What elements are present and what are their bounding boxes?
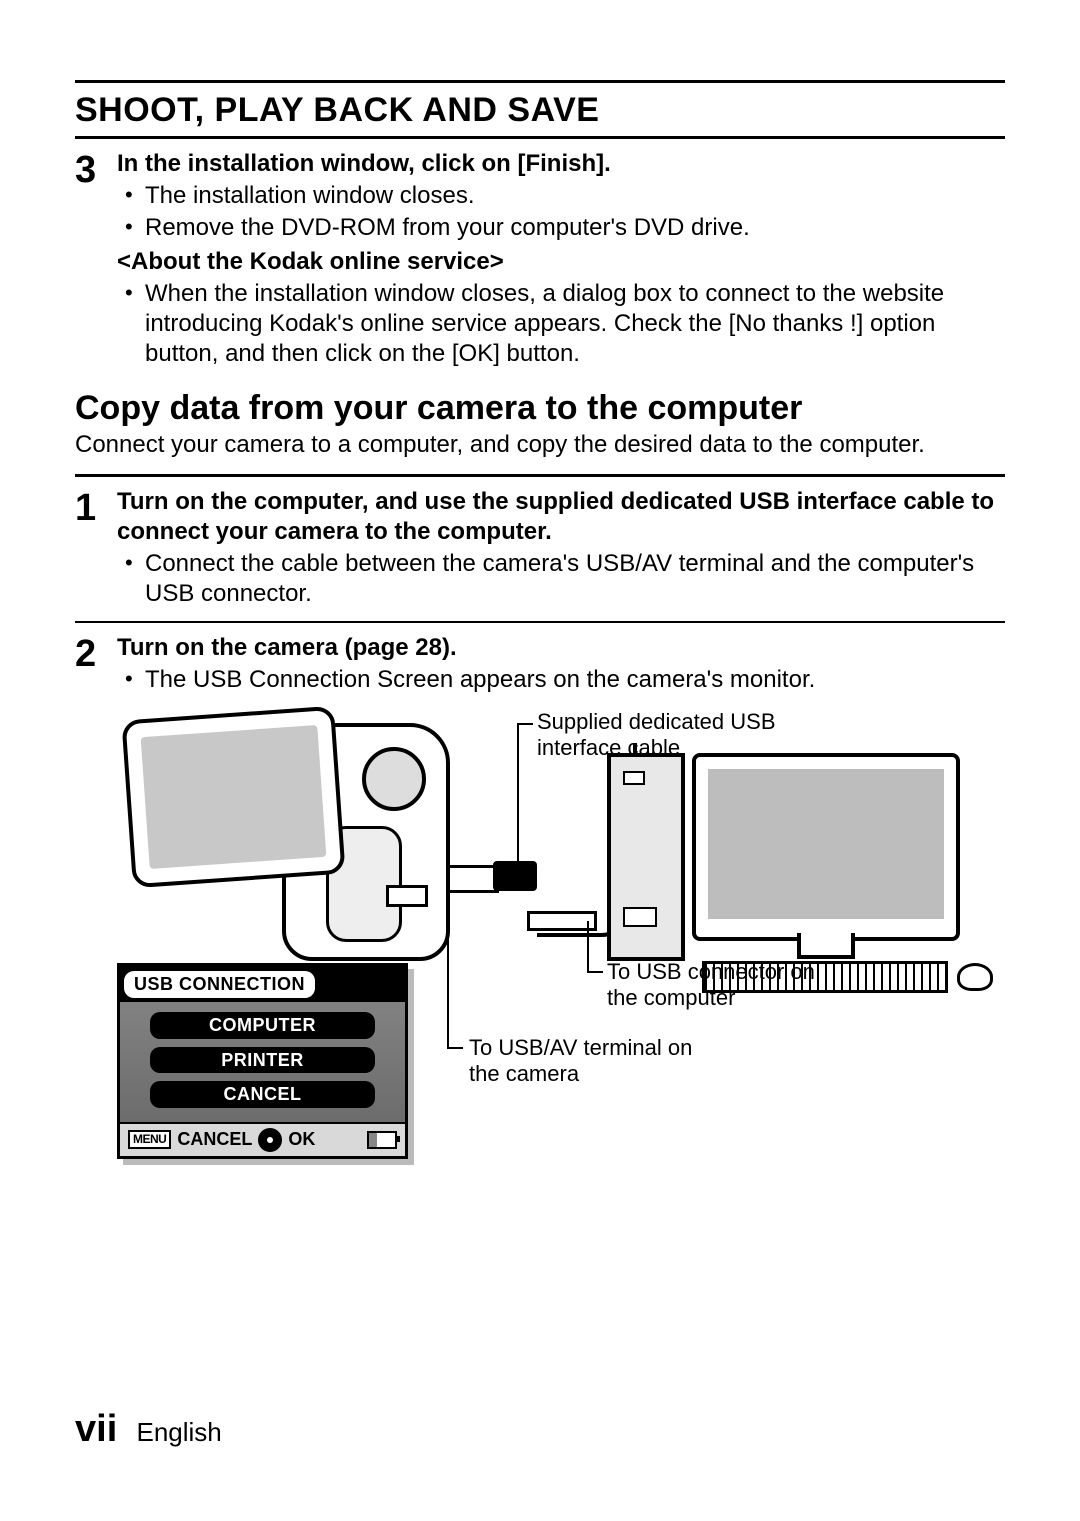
sub-heading: <About the Kodak online service> xyxy=(117,247,1005,277)
cable-ferrite xyxy=(493,861,537,891)
page-number: vii xyxy=(75,1408,117,1450)
bullet-item: Remove the DVD-ROM from your computer's … xyxy=(145,213,1005,243)
bullet-item: The installation window closes. xyxy=(145,181,1005,211)
section-intro: Connect your camera to a computer, and c… xyxy=(75,430,1005,460)
menu-title: USB CONNECTION xyxy=(124,971,315,998)
computer-illustration xyxy=(607,753,1047,993)
step-heading: Turn on the camera (page 28). xyxy=(117,633,1047,663)
menu-option-cancel[interactable]: CANCEL xyxy=(150,1081,375,1108)
battery-icon xyxy=(367,1131,397,1149)
page-title: SHOOT, PLAY BACK AND SAVE xyxy=(75,91,1005,130)
footer-ok-label: OK xyxy=(288,1128,315,1151)
bullet-item: The USB Connection Screen appears on the… xyxy=(145,665,1047,695)
camera-illustration xyxy=(127,703,457,963)
language-label: English xyxy=(136,1417,221,1447)
step-heading: In the installation window, click on [Fi… xyxy=(117,149,1005,179)
bullet-item: Connect the cable between the camera's U… xyxy=(145,549,1005,609)
bullet-item: When the installation window closes, a d… xyxy=(145,279,1005,369)
step-3: 3 In the installation window, click on [… xyxy=(75,149,1005,371)
menu-badge-icon: MENU xyxy=(128,1130,171,1149)
page-footer: vii English xyxy=(75,1408,222,1451)
step-number: 2 xyxy=(75,633,117,1173)
step-2: 2 Turn on the camera (page 28). The USB … xyxy=(75,633,1005,1173)
section-heading: Copy data from your camera to the comput… xyxy=(75,389,1005,428)
ok-button-icon xyxy=(258,1128,282,1152)
label-cable: Supplied dedicated USB interface cable xyxy=(537,709,777,762)
step-number: 3 xyxy=(75,149,117,371)
label-usb-camera: To USB/AV terminal on the camera xyxy=(469,1035,699,1088)
step-1: 1 Turn on the computer, and use the supp… xyxy=(75,487,1005,611)
label-usb-pc: To USB connector on the computer xyxy=(607,959,837,1012)
mouse-illustration xyxy=(957,963,993,991)
footer-cancel-label: CANCEL xyxy=(177,1128,252,1151)
step-heading: Turn on the computer, and use the suppli… xyxy=(117,487,1005,547)
connection-diagram: Supplied dedicated USB interface cable T… xyxy=(117,703,1047,1173)
menu-option-computer[interactable]: COMPUTER xyxy=(150,1012,375,1039)
step-number: 1 xyxy=(75,487,117,611)
usb-connection-menu: USB CONNECTION COMPUTER PRINTER CANCEL M… xyxy=(117,963,408,1159)
menu-option-printer[interactable]: PRINTER xyxy=(150,1047,375,1074)
